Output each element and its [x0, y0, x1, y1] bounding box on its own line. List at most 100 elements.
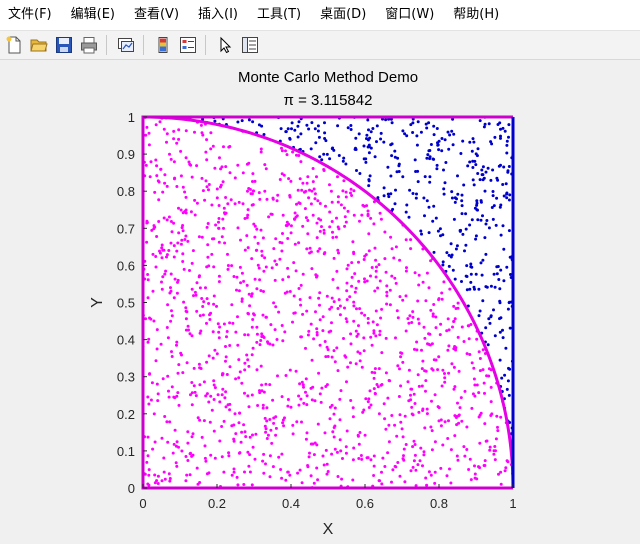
point-outside: [476, 172, 480, 175]
point-inside: [440, 291, 444, 295]
point-inside: [200, 176, 204, 180]
point-inside: [393, 276, 397, 280]
menu-insert[interactable]: 插入(I): [190, 0, 249, 30]
point-inside: [399, 351, 403, 355]
point-outside: [481, 214, 484, 218]
point-inside: [452, 387, 456, 391]
point-inside: [363, 313, 367, 317]
point-inside: [388, 288, 392, 292]
point-outside: [469, 272, 473, 276]
point-inside: [217, 217, 221, 220]
point-inside: [386, 451, 390, 455]
point-inside: [316, 199, 320, 203]
menu-file[interactable]: 文件(F): [0, 0, 63, 30]
point-outside: [437, 148, 441, 152]
menu-desktop[interactable]: 桌面(D): [312, 0, 377, 30]
point-inside: [401, 457, 405, 461]
y-tick-label: 1: [128, 110, 135, 125]
point-outside: [479, 200, 483, 204]
point-inside: [353, 290, 357, 294]
point-inside: [179, 174, 183, 178]
point-outside: [354, 146, 357, 150]
point-outside: [290, 121, 294, 125]
point-inside: [278, 257, 282, 261]
point-outside: [507, 198, 511, 202]
point-inside: [145, 460, 149, 464]
point-inside: [175, 394, 179, 398]
property-inspector-button[interactable]: [239, 34, 261, 56]
point-inside: [251, 445, 255, 449]
point-inside: [453, 317, 457, 321]
point-inside: [144, 163, 148, 167]
point-inside: [285, 153, 289, 157]
point-inside: [227, 454, 231, 458]
point-inside: [366, 212, 370, 216]
link-plot-button[interactable]: [115, 34, 137, 56]
point-inside: [468, 457, 472, 461]
point-inside: [243, 361, 247, 365]
y-tick-label: 0.2: [117, 407, 135, 422]
point-inside: [227, 145, 231, 149]
legend-button[interactable]: [177, 34, 199, 56]
point-inside: [328, 183, 331, 187]
point-inside: [305, 431, 309, 435]
point-inside: [200, 131, 204, 135]
point-outside: [460, 193, 464, 197]
edit-plot-button[interactable]: [214, 34, 236, 56]
point-inside: [145, 125, 149, 129]
point-inside: [351, 240, 355, 244]
point-inside: [335, 269, 339, 273]
point-outside: [404, 210, 408, 214]
new-file-button[interactable]: [3, 34, 25, 56]
point-inside: [157, 198, 161, 202]
point-inside: [190, 261, 194, 265]
point-outside: [498, 121, 502, 125]
point-outside: [472, 183, 476, 187]
point-inside: [154, 123, 158, 127]
print-button[interactable]: [78, 34, 100, 56]
menu-tools[interactable]: 工具(T): [249, 0, 312, 30]
point-inside: [313, 399, 317, 403]
point-outside: [479, 261, 483, 265]
save-button[interactable]: [53, 34, 75, 56]
point-outside: [452, 132, 456, 136]
point-inside: [146, 340, 150, 344]
point-inside: [307, 329, 311, 333]
point-inside: [248, 435, 252, 439]
point-inside: [218, 400, 222, 404]
point-inside: [205, 225, 209, 229]
open-button[interactable]: [28, 34, 50, 56]
point-outside: [386, 165, 390, 169]
point-inside: [218, 156, 221, 160]
point-outside: [454, 247, 458, 251]
point-outside: [439, 234, 442, 238]
colorbar-button[interactable]: [152, 34, 174, 56]
point-inside: [276, 374, 279, 378]
point-inside: [358, 431, 362, 434]
point-inside: [212, 265, 216, 269]
point-inside: [180, 449, 184, 453]
point-outside: [251, 120, 255, 124]
menu-edit[interactable]: 编辑(E): [63, 0, 126, 30]
menu-window[interactable]: 窗口(W): [377, 0, 445, 30]
menu-help[interactable]: 帮助(H): [445, 0, 510, 30]
point-inside: [284, 149, 287, 153]
point-inside: [152, 319, 156, 323]
point-inside: [179, 242, 183, 246]
point-outside: [441, 263, 445, 267]
point-inside: [177, 231, 181, 235]
point-inside: [336, 175, 339, 179]
point-inside: [257, 191, 261, 195]
point-inside: [261, 236, 265, 240]
point-inside: [307, 196, 311, 200]
point-outside: [397, 164, 401, 168]
point-inside: [314, 310, 317, 314]
point-inside: [360, 213, 364, 217]
point-outside: [382, 186, 386, 190]
point-inside: [222, 470, 226, 474]
point-inside: [151, 289, 155, 293]
menu-view[interactable]: 查看(V): [126, 0, 190, 30]
point-inside: [312, 187, 316, 191]
x-tick-label: 0.4: [282, 496, 300, 511]
point-inside: [473, 464, 476, 468]
